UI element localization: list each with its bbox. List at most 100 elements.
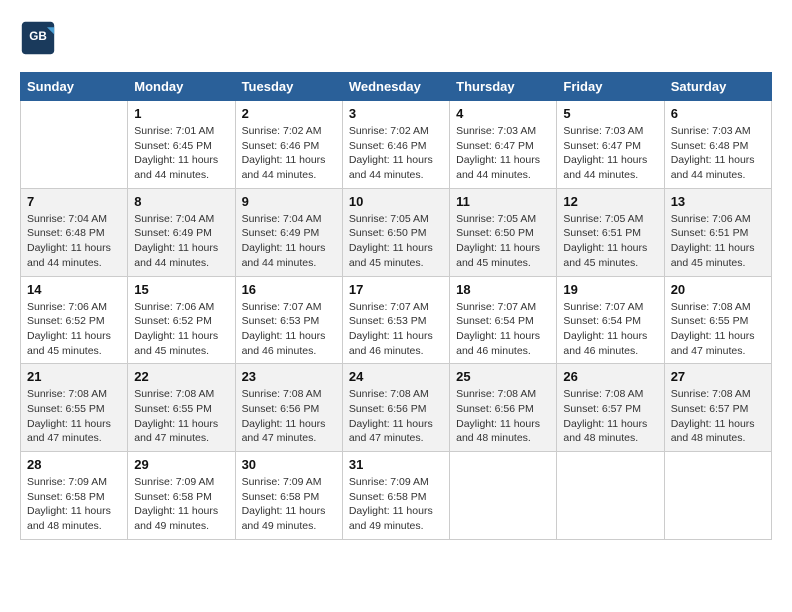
day-info: Sunrise: 7:08 AM Sunset: 6:55 PM Dayligh… (27, 387, 121, 446)
day-info: Sunrise: 7:02 AM Sunset: 6:46 PM Dayligh… (349, 124, 443, 183)
day-info: Sunrise: 7:07 AM Sunset: 6:54 PM Dayligh… (456, 300, 550, 359)
day-number: 31 (349, 457, 443, 472)
day-info: Sunrise: 7:06 AM Sunset: 6:52 PM Dayligh… (27, 300, 121, 359)
day-info: Sunrise: 7:06 AM Sunset: 6:51 PM Dayligh… (671, 212, 765, 271)
day-number: 14 (27, 282, 121, 297)
day-info: Sunrise: 7:04 AM Sunset: 6:49 PM Dayligh… (134, 212, 228, 271)
col-header-tuesday: Tuesday (235, 73, 342, 101)
day-info: Sunrise: 7:05 AM Sunset: 6:51 PM Dayligh… (563, 212, 657, 271)
day-number: 26 (563, 369, 657, 384)
day-cell: 24 Sunrise: 7:08 AM Sunset: 6:56 PM Dayli… (342, 364, 449, 452)
day-number: 21 (27, 369, 121, 384)
day-cell: 17 Sunrise: 7:07 AM Sunset: 6:53 PM Dayli… (342, 276, 449, 364)
day-info: Sunrise: 7:09 AM Sunset: 6:58 PM Dayligh… (27, 475, 121, 534)
day-info: Sunrise: 7:07 AM Sunset: 6:53 PM Dayligh… (242, 300, 336, 359)
day-cell: 10 Sunrise: 7:05 AM Sunset: 6:50 PM Dayli… (342, 188, 449, 276)
calendar-table: SundayMondayTuesdayWednesdayThursdayFrid… (20, 72, 772, 540)
week-row-4: 21 Sunrise: 7:08 AM Sunset: 6:55 PM Dayli… (21, 364, 772, 452)
day-cell: 8 Sunrise: 7:04 AM Sunset: 6:49 PM Daylig… (128, 188, 235, 276)
day-number: 23 (242, 369, 336, 384)
day-number: 19 (563, 282, 657, 297)
day-info: Sunrise: 7:03 AM Sunset: 6:47 PM Dayligh… (563, 124, 657, 183)
day-number: 2 (242, 106, 336, 121)
day-number: 17 (349, 282, 443, 297)
day-number: 30 (242, 457, 336, 472)
day-cell: 25Sunrise: 7:08 AM Sunset: 6:56 PM Dayli… (450, 364, 557, 452)
day-number: 24 (349, 369, 443, 384)
day-info: Sunrise: 7:07 AM Sunset: 6:54 PM Dayligh… (563, 300, 657, 359)
day-cell (21, 101, 128, 189)
day-info: Sunrise: 7:08 AM Sunset: 6:55 PM Dayligh… (134, 387, 228, 446)
week-row-2: 7Sunrise: 7:04 AM Sunset: 6:48 PM Daylig… (21, 188, 772, 276)
day-cell: 29 Sunrise: 7:09 AM Sunset: 6:58 PM Dayli… (128, 452, 235, 540)
day-info: Sunrise: 7:08 AM Sunset: 6:56 PM Dayligh… (242, 387, 336, 446)
day-number: 22 (134, 369, 228, 384)
day-cell: 26Sunrise: 7:08 AM Sunset: 6:57 PM Dayli… (557, 364, 664, 452)
day-number: 1 (134, 106, 228, 121)
day-cell: 15 Sunrise: 7:06 AM Sunset: 6:52 PM Dayli… (128, 276, 235, 364)
day-cell: 19 Sunrise: 7:07 AM Sunset: 6:54 PM Dayli… (557, 276, 664, 364)
week-row-5: 28 Sunrise: 7:09 AM Sunset: 6:58 PM Dayli… (21, 452, 772, 540)
day-number: 12 (563, 194, 657, 209)
logo-icon: GB (20, 20, 56, 56)
day-number: 29 (134, 457, 228, 472)
day-number: 10 (349, 194, 443, 209)
day-number: 16 (242, 282, 336, 297)
day-number: 15 (134, 282, 228, 297)
day-info: Sunrise: 7:03 AM Sunset: 6:48 PM Dayligh… (671, 124, 765, 183)
day-cell: 11Sunrise: 7:05 AM Sunset: 6:50 PM Dayli… (450, 188, 557, 276)
day-cell: 31 Sunrise: 7:09 AM Sunset: 6:58 PM Dayli… (342, 452, 449, 540)
day-number: 28 (27, 457, 121, 472)
day-cell: 5 Sunrise: 7:03 AM Sunset: 6:47 PM Daylig… (557, 101, 664, 189)
logo: GB (20, 20, 60, 56)
day-number: 6 (671, 106, 765, 121)
day-info: Sunrise: 7:04 AM Sunset: 6:49 PM Dayligh… (242, 212, 336, 271)
day-info: Sunrise: 7:03 AM Sunset: 6:47 PM Dayligh… (456, 124, 550, 183)
day-cell (664, 452, 771, 540)
col-header-wednesday: Wednesday (342, 73, 449, 101)
day-cell: 9 Sunrise: 7:04 AM Sunset: 6:49 PM Daylig… (235, 188, 342, 276)
day-cell: 23 Sunrise: 7:08 AM Sunset: 6:56 PM Dayli… (235, 364, 342, 452)
day-cell: 13 Sunrise: 7:06 AM Sunset: 6:51 PM Dayli… (664, 188, 771, 276)
week-row-3: 14 Sunrise: 7:06 AM Sunset: 6:52 PM Dayli… (21, 276, 772, 364)
day-cell: 6 Sunrise: 7:03 AM Sunset: 6:48 PM Daylig… (664, 101, 771, 189)
day-number: 18 (456, 282, 550, 297)
day-number: 13 (671, 194, 765, 209)
day-cell: 16 Sunrise: 7:07 AM Sunset: 6:53 PM Dayli… (235, 276, 342, 364)
day-info: Sunrise: 7:08 AM Sunset: 6:57 PM Dayligh… (671, 387, 765, 446)
column-headers-row: SundayMondayTuesdayWednesdayThursdayFrid… (21, 73, 772, 101)
day-cell: 7Sunrise: 7:04 AM Sunset: 6:48 PM Daylig… (21, 188, 128, 276)
day-number: 3 (349, 106, 443, 121)
svg-text:GB: GB (29, 30, 47, 43)
day-number: 8 (134, 194, 228, 209)
day-info: Sunrise: 7:07 AM Sunset: 6:53 PM Dayligh… (349, 300, 443, 359)
day-cell: 2 Sunrise: 7:02 AM Sunset: 6:46 PM Daylig… (235, 101, 342, 189)
day-cell: 12 Sunrise: 7:05 AM Sunset: 6:51 PM Dayli… (557, 188, 664, 276)
day-cell: 20Sunrise: 7:08 AM Sunset: 6:55 PM Dayli… (664, 276, 771, 364)
day-number: 25 (456, 369, 550, 384)
day-cell: 21 Sunrise: 7:08 AM Sunset: 6:55 PM Dayli… (21, 364, 128, 452)
day-info: Sunrise: 7:05 AM Sunset: 6:50 PM Dayligh… (349, 212, 443, 271)
col-header-saturday: Saturday (664, 73, 771, 101)
col-header-monday: Monday (128, 73, 235, 101)
day-cell: 22 Sunrise: 7:08 AM Sunset: 6:55 PM Dayli… (128, 364, 235, 452)
day-cell: 3 Sunrise: 7:02 AM Sunset: 6:46 PM Daylig… (342, 101, 449, 189)
day-info: Sunrise: 7:09 AM Sunset: 6:58 PM Dayligh… (349, 475, 443, 534)
day-cell: 1 Sunrise: 7:01 AM Sunset: 6:45 PM Daylig… (128, 101, 235, 189)
week-row-1: 1 Sunrise: 7:01 AM Sunset: 6:45 PM Daylig… (21, 101, 772, 189)
day-number: 5 (563, 106, 657, 121)
day-cell: 28 Sunrise: 7:09 AM Sunset: 6:58 PM Dayli… (21, 452, 128, 540)
day-cell: 30Sunrise: 7:09 AM Sunset: 6:58 PM Dayli… (235, 452, 342, 540)
page-header: GB (20, 20, 772, 56)
day-info: Sunrise: 7:06 AM Sunset: 6:52 PM Dayligh… (134, 300, 228, 359)
day-info: Sunrise: 7:02 AM Sunset: 6:46 PM Dayligh… (242, 124, 336, 183)
day-info: Sunrise: 7:09 AM Sunset: 6:58 PM Dayligh… (134, 475, 228, 534)
col-header-sunday: Sunday (21, 73, 128, 101)
day-number: 9 (242, 194, 336, 209)
day-cell: 27Sunrise: 7:08 AM Sunset: 6:57 PM Dayli… (664, 364, 771, 452)
day-info: Sunrise: 7:01 AM Sunset: 6:45 PM Dayligh… (134, 124, 228, 183)
day-cell: 4Sunrise: 7:03 AM Sunset: 6:47 PM Daylig… (450, 101, 557, 189)
day-info: Sunrise: 7:08 AM Sunset: 6:56 PM Dayligh… (349, 387, 443, 446)
day-number: 7 (27, 194, 121, 209)
day-number: 20 (671, 282, 765, 297)
